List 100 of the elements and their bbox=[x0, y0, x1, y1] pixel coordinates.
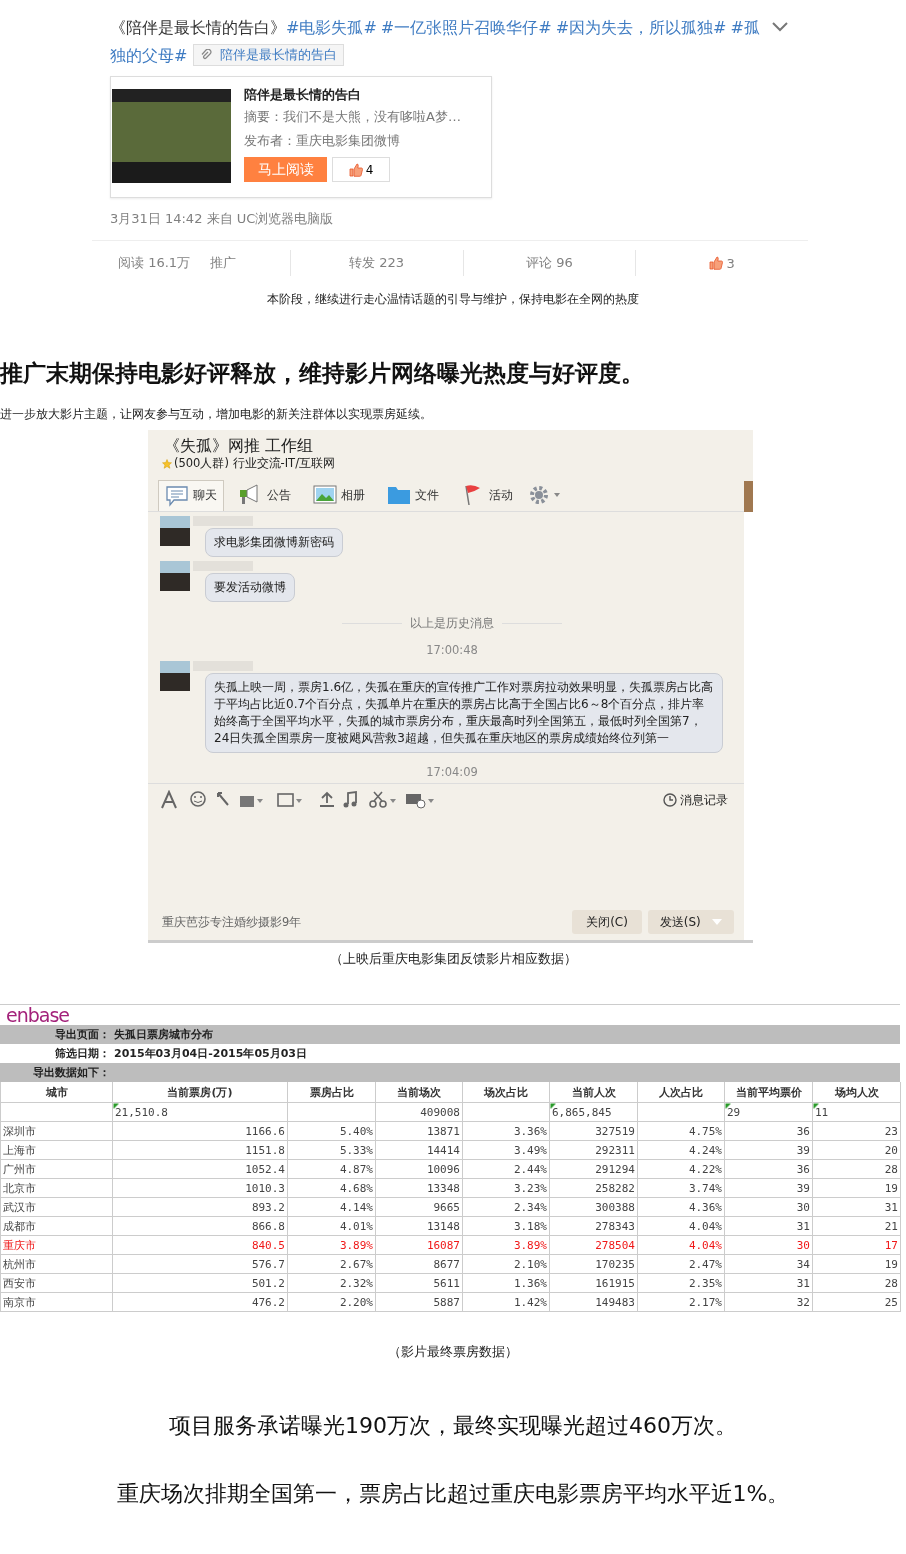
table-cell: 3.23% bbox=[462, 1178, 550, 1198]
table-cell: 5.33% bbox=[287, 1140, 376, 1160]
chat-tab[interactable]: 公告 bbox=[232, 479, 298, 511]
table-cell: 4.87% bbox=[287, 1159, 376, 1179]
message-bubble: 要发活动微博 bbox=[205, 573, 295, 602]
forward-button[interactable]: 转发 223 bbox=[289, 250, 463, 276]
group-subtitle: (500人群) 行业交流-IT/互联网 bbox=[174, 456, 336, 471]
history-button[interactable]: 消息记录 bbox=[657, 790, 734, 810]
total-cell: 21,510.8 bbox=[112, 1102, 288, 1122]
table-cell: 20 bbox=[812, 1140, 901, 1160]
table-cell: 300388 bbox=[549, 1197, 638, 1217]
table-cell: 32 bbox=[724, 1292, 813, 1312]
speech-bubble-icon bbox=[165, 484, 189, 507]
table-cell: 866.8 bbox=[112, 1216, 288, 1236]
table-cell: 4.22% bbox=[637, 1159, 725, 1179]
table-cell: 28 bbox=[812, 1159, 901, 1179]
like-button[interactable]: 3 bbox=[635, 250, 808, 276]
column-header: 当前场次 bbox=[375, 1082, 463, 1103]
group-ad-text: 重庆芭莎专注婚纱摄影9年 bbox=[162, 914, 303, 930]
promote-link[interactable]: 推广 bbox=[210, 254, 237, 272]
post-text: 《陪伴是最长情的告白》#电影失孤# #一亿张照片召唤华仔# #因为失去，所以孤独# #孤独的父母# 陪伴是最长情的告白 bbox=[110, 17, 760, 68]
table-cell: 2.10% bbox=[462, 1254, 550, 1274]
table-cell: 4.14% bbox=[287, 1197, 376, 1217]
history-divider-label: 以上是历史消息 bbox=[410, 616, 494, 631]
link-chip[interactable]: 陪伴是最长情的告白 bbox=[193, 44, 345, 66]
table-cell: 327519 bbox=[549, 1121, 638, 1141]
chat-tab[interactable]: 相册 bbox=[306, 479, 372, 511]
table-cell: 13148 bbox=[375, 1216, 463, 1236]
table-cell: 1.36% bbox=[462, 1273, 550, 1293]
like-button[interactable]: 4 bbox=[332, 157, 390, 182]
table-cell: 3.89% bbox=[462, 1235, 550, 1255]
card-title: 陪伴是最长情的告白 bbox=[244, 86, 362, 104]
table-cell: 14414 bbox=[375, 1140, 463, 1160]
caret-icon bbox=[712, 919, 723, 925]
chat-tab[interactable]: 活动 bbox=[454, 479, 520, 511]
settings-icon[interactable] bbox=[528, 484, 562, 506]
chevron-down-icon[interactable] bbox=[772, 22, 788, 32]
clock-icon bbox=[663, 793, 677, 807]
message-bubble: 失孤上映一周，票房1.6亿，失孤在重庆的宣传推广工作对票房拉动效果明显，失孤票房占比高于平均占比近0.7个百分点，失孤单片在重庆的票房占比高于全国占比6～8个百分点，排片率始终高于全国平均水平，失孤的城市票房分布，重庆最高时列全国第五，最低时列全国第7，24日失孤全国票房一度被飓风营救3超越，但失孤在重庆地区的票房成绩始终位列第一 bbox=[205, 673, 723, 753]
table-cell: 成都市 bbox=[0, 1216, 113, 1236]
read-count: 阅读 16.1万 bbox=[118, 254, 191, 272]
table-cell: 2.20% bbox=[287, 1292, 376, 1312]
table-cell: 1151.8 bbox=[112, 1140, 288, 1160]
table-cell: 9665 bbox=[375, 1197, 463, 1217]
field-value: 2015年03月04日-2015年05月03日 bbox=[114, 1046, 308, 1061]
close-button[interactable]: 关闭(C) bbox=[572, 910, 642, 934]
table-cell: 840.5 bbox=[112, 1235, 288, 1255]
total-cell: 29 bbox=[724, 1102, 813, 1122]
table-cell: 杭州市 bbox=[0, 1254, 113, 1274]
total-cell: 11 bbox=[812, 1102, 901, 1122]
table-cell: 36 bbox=[724, 1121, 813, 1141]
table-cell: 30 bbox=[724, 1235, 813, 1255]
table-cell: 31 bbox=[812, 1197, 901, 1217]
table-cell: 501.2 bbox=[112, 1273, 288, 1293]
table-cell: 5.40% bbox=[287, 1121, 376, 1141]
table-cell: 13871 bbox=[375, 1121, 463, 1141]
table-cell: 1166.6 bbox=[112, 1121, 288, 1141]
send-button[interactable]: 发送(S) bbox=[648, 910, 734, 934]
table-cell: 170235 bbox=[549, 1254, 638, 1274]
table-cell: 28 bbox=[812, 1273, 901, 1293]
field-label: 筛选日期： bbox=[54, 1046, 110, 1061]
chat-tab[interactable]: 聊天 bbox=[158, 479, 224, 511]
table-cell: 武汉市 bbox=[0, 1197, 113, 1217]
table-cell: 31 bbox=[724, 1216, 813, 1236]
table-cell: 1010.3 bbox=[112, 1178, 288, 1198]
column-header: 场次占比 bbox=[462, 1082, 550, 1103]
timestamp: 17:04:09 bbox=[426, 765, 478, 779]
column-header: 人次占比 bbox=[637, 1082, 725, 1103]
summary-text: 项目服务承诺曝光190万次，最终实现曝光超过460万次。 bbox=[168, 1412, 738, 1440]
thumbs-up-icon bbox=[709, 256, 724, 270]
caption: （上映后重庆电影集团反馈影片相应数据） bbox=[328, 951, 578, 968]
message-bubble: 求电影集团微博新密码 bbox=[205, 528, 343, 557]
table-cell: 4.04% bbox=[637, 1216, 725, 1236]
summary-text: 重庆场次排期全国第一，票房占比超过重庆电影票房平均水平近1%。 bbox=[115, 1480, 791, 1508]
table-cell: 34 bbox=[724, 1254, 813, 1274]
table-cell: 8677 bbox=[375, 1254, 463, 1274]
table-cell: 278343 bbox=[549, 1216, 638, 1236]
table-cell: 深圳市 bbox=[0, 1121, 113, 1141]
table-cell: 17 bbox=[812, 1235, 901, 1255]
thumbs-up-icon bbox=[348, 162, 363, 177]
table-cell: 149483 bbox=[549, 1292, 638, 1312]
group-title: 《失孤》网推 工作组 bbox=[163, 435, 315, 456]
chat-tab[interactable]: 文件 bbox=[380, 479, 446, 511]
table-cell: 13348 bbox=[375, 1178, 463, 1198]
table-cell: 292311 bbox=[549, 1140, 638, 1160]
section-heading: 推广末期保持电影好评释放，维持影片网络曝光热度与好评度。 bbox=[0, 359, 645, 388]
report-logo: enbase bbox=[5, 1005, 71, 1025]
comment-button[interactable]: 评论 96 bbox=[462, 250, 636, 276]
avatar bbox=[160, 661, 190, 691]
timestamp: 17:00:48 bbox=[426, 643, 478, 657]
table-cell: 西安市 bbox=[0, 1273, 113, 1293]
table-cell: 161915 bbox=[549, 1273, 638, 1293]
column-header: 当前平均票价 bbox=[724, 1082, 813, 1103]
table-cell: 23 bbox=[812, 1121, 901, 1141]
table-cell: 4.04% bbox=[637, 1235, 725, 1255]
table-cell: 4.01% bbox=[287, 1216, 376, 1236]
table-cell: 16087 bbox=[375, 1235, 463, 1255]
table-cell: 4.36% bbox=[637, 1197, 725, 1217]
table-cell: 2.67% bbox=[287, 1254, 376, 1274]
table-cell: 1052.4 bbox=[112, 1159, 288, 1179]
